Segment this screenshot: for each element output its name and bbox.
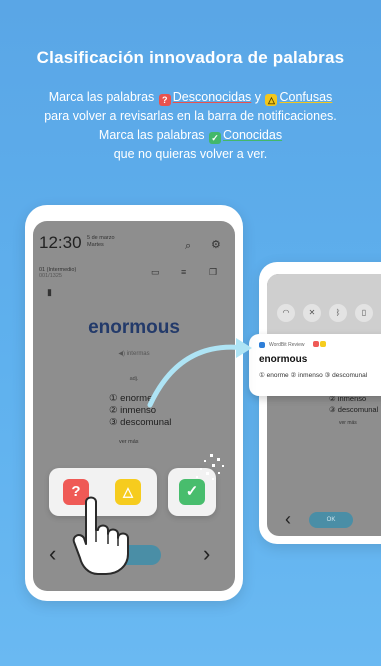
bluetooth-icon[interactable]: ᛒ bbox=[329, 304, 347, 322]
subtitle-line-3: Marca las palabras ✓ Conocidas bbox=[10, 126, 371, 145]
prev-arrow-icon[interactable]: ‹ bbox=[49, 543, 56, 565]
unknown-label: Desconocidas bbox=[172, 90, 252, 104]
subtitle-line-4: que no quieras volver a ver. bbox=[113, 147, 268, 161]
right-phone-frame: ◠ ✕ ᛒ ▯ ↻ ② inmenso ③ descomunal ver más… bbox=[259, 262, 381, 544]
date-day: 5 de marzo bbox=[87, 235, 115, 241]
date-weekday: Martes bbox=[87, 242, 104, 248]
right-prev-arrow-icon[interactable]: ‹ bbox=[285, 508, 291, 530]
copy-icon[interactable]: ❐ bbox=[209, 267, 217, 278]
subtitle-text: Marca las palabras bbox=[48, 90, 158, 104]
settings-gear-icon[interactable]: ⚙ bbox=[211, 240, 221, 251]
swipe-arrow-icon bbox=[147, 338, 252, 408]
menu-icon[interactable]: ≡ bbox=[181, 267, 186, 278]
wifi-icon[interactable]: ◠ bbox=[277, 304, 295, 322]
unknown-tag-icon: ? bbox=[158, 94, 171, 106]
subtitle-line-1: Marca las palabras ? Desconocidas y △ Conf… bbox=[10, 88, 371, 107]
confusing-mark-icon bbox=[320, 341, 326, 347]
see-more-link[interactable]: ver más bbox=[119, 439, 139, 445]
wordbook-selector[interactable]: 01 (Intermedio) 001/1325 bbox=[39, 267, 76, 279]
search-icon[interactable]: ⌕ bbox=[185, 241, 191, 252]
sparkle-icon bbox=[196, 454, 224, 480]
quick-settings-panel: ◠ ✕ ᛒ ▯ ↻ bbox=[267, 274, 381, 334]
known-label: Conocidas bbox=[223, 128, 283, 142]
notification-card[interactable]: WordBit Review enormous ① enorme ② inmen… bbox=[249, 334, 381, 396]
notification-word: enormous bbox=[259, 354, 308, 365]
tapping-hand-icon bbox=[72, 496, 129, 575]
confusing-label: Confusas bbox=[279, 90, 333, 104]
subtitle-line-2: para volver a revisarlas en la barra de … bbox=[44, 109, 337, 123]
subtitle-text: Marca las palabras bbox=[98, 128, 208, 142]
notification-meanings: ① enorme ② inmenso ③ descomunal bbox=[259, 372, 368, 379]
bookmark-icon[interactable]: ▮ bbox=[47, 287, 52, 298]
confusing-tag-icon: △ bbox=[265, 94, 278, 106]
known-tag-icon: ✓ bbox=[209, 132, 221, 144]
notification-app-name: WordBit Review bbox=[269, 342, 305, 348]
subtitle-text: y bbox=[251, 90, 265, 104]
speaker-icon: ◀) bbox=[118, 351, 125, 357]
clock-time: 12:30 bbox=[39, 233, 82, 252]
right-meaning-3: ③ descomunal bbox=[329, 405, 379, 414]
meaning-3: ③ descomunal bbox=[109, 417, 172, 428]
wordbook-progress: 001/1325 bbox=[39, 273, 62, 279]
unknown-mark-icon bbox=[313, 341, 319, 347]
right-see-more-link[interactable]: ver más bbox=[339, 420, 357, 426]
clock-date: 5 de marzo Martes bbox=[87, 235, 115, 249]
headline: Clasificación innovadora de palabras bbox=[36, 48, 345, 67]
right-ok-toggle[interactable]: OK bbox=[309, 512, 353, 528]
screen-icon[interactable]: ▭ bbox=[151, 267, 160, 278]
right-toggle-label: OK bbox=[326, 517, 336, 523]
mute-icon[interactable]: ✕ bbox=[303, 304, 321, 322]
next-arrow-icon[interactable]: › bbox=[203, 543, 210, 565]
right-phone-screen: ◠ ✕ ᛒ ▯ ↻ ② inmenso ③ descomunal ver más… bbox=[267, 274, 381, 536]
battery-icon[interactable]: ▯ bbox=[355, 304, 373, 322]
